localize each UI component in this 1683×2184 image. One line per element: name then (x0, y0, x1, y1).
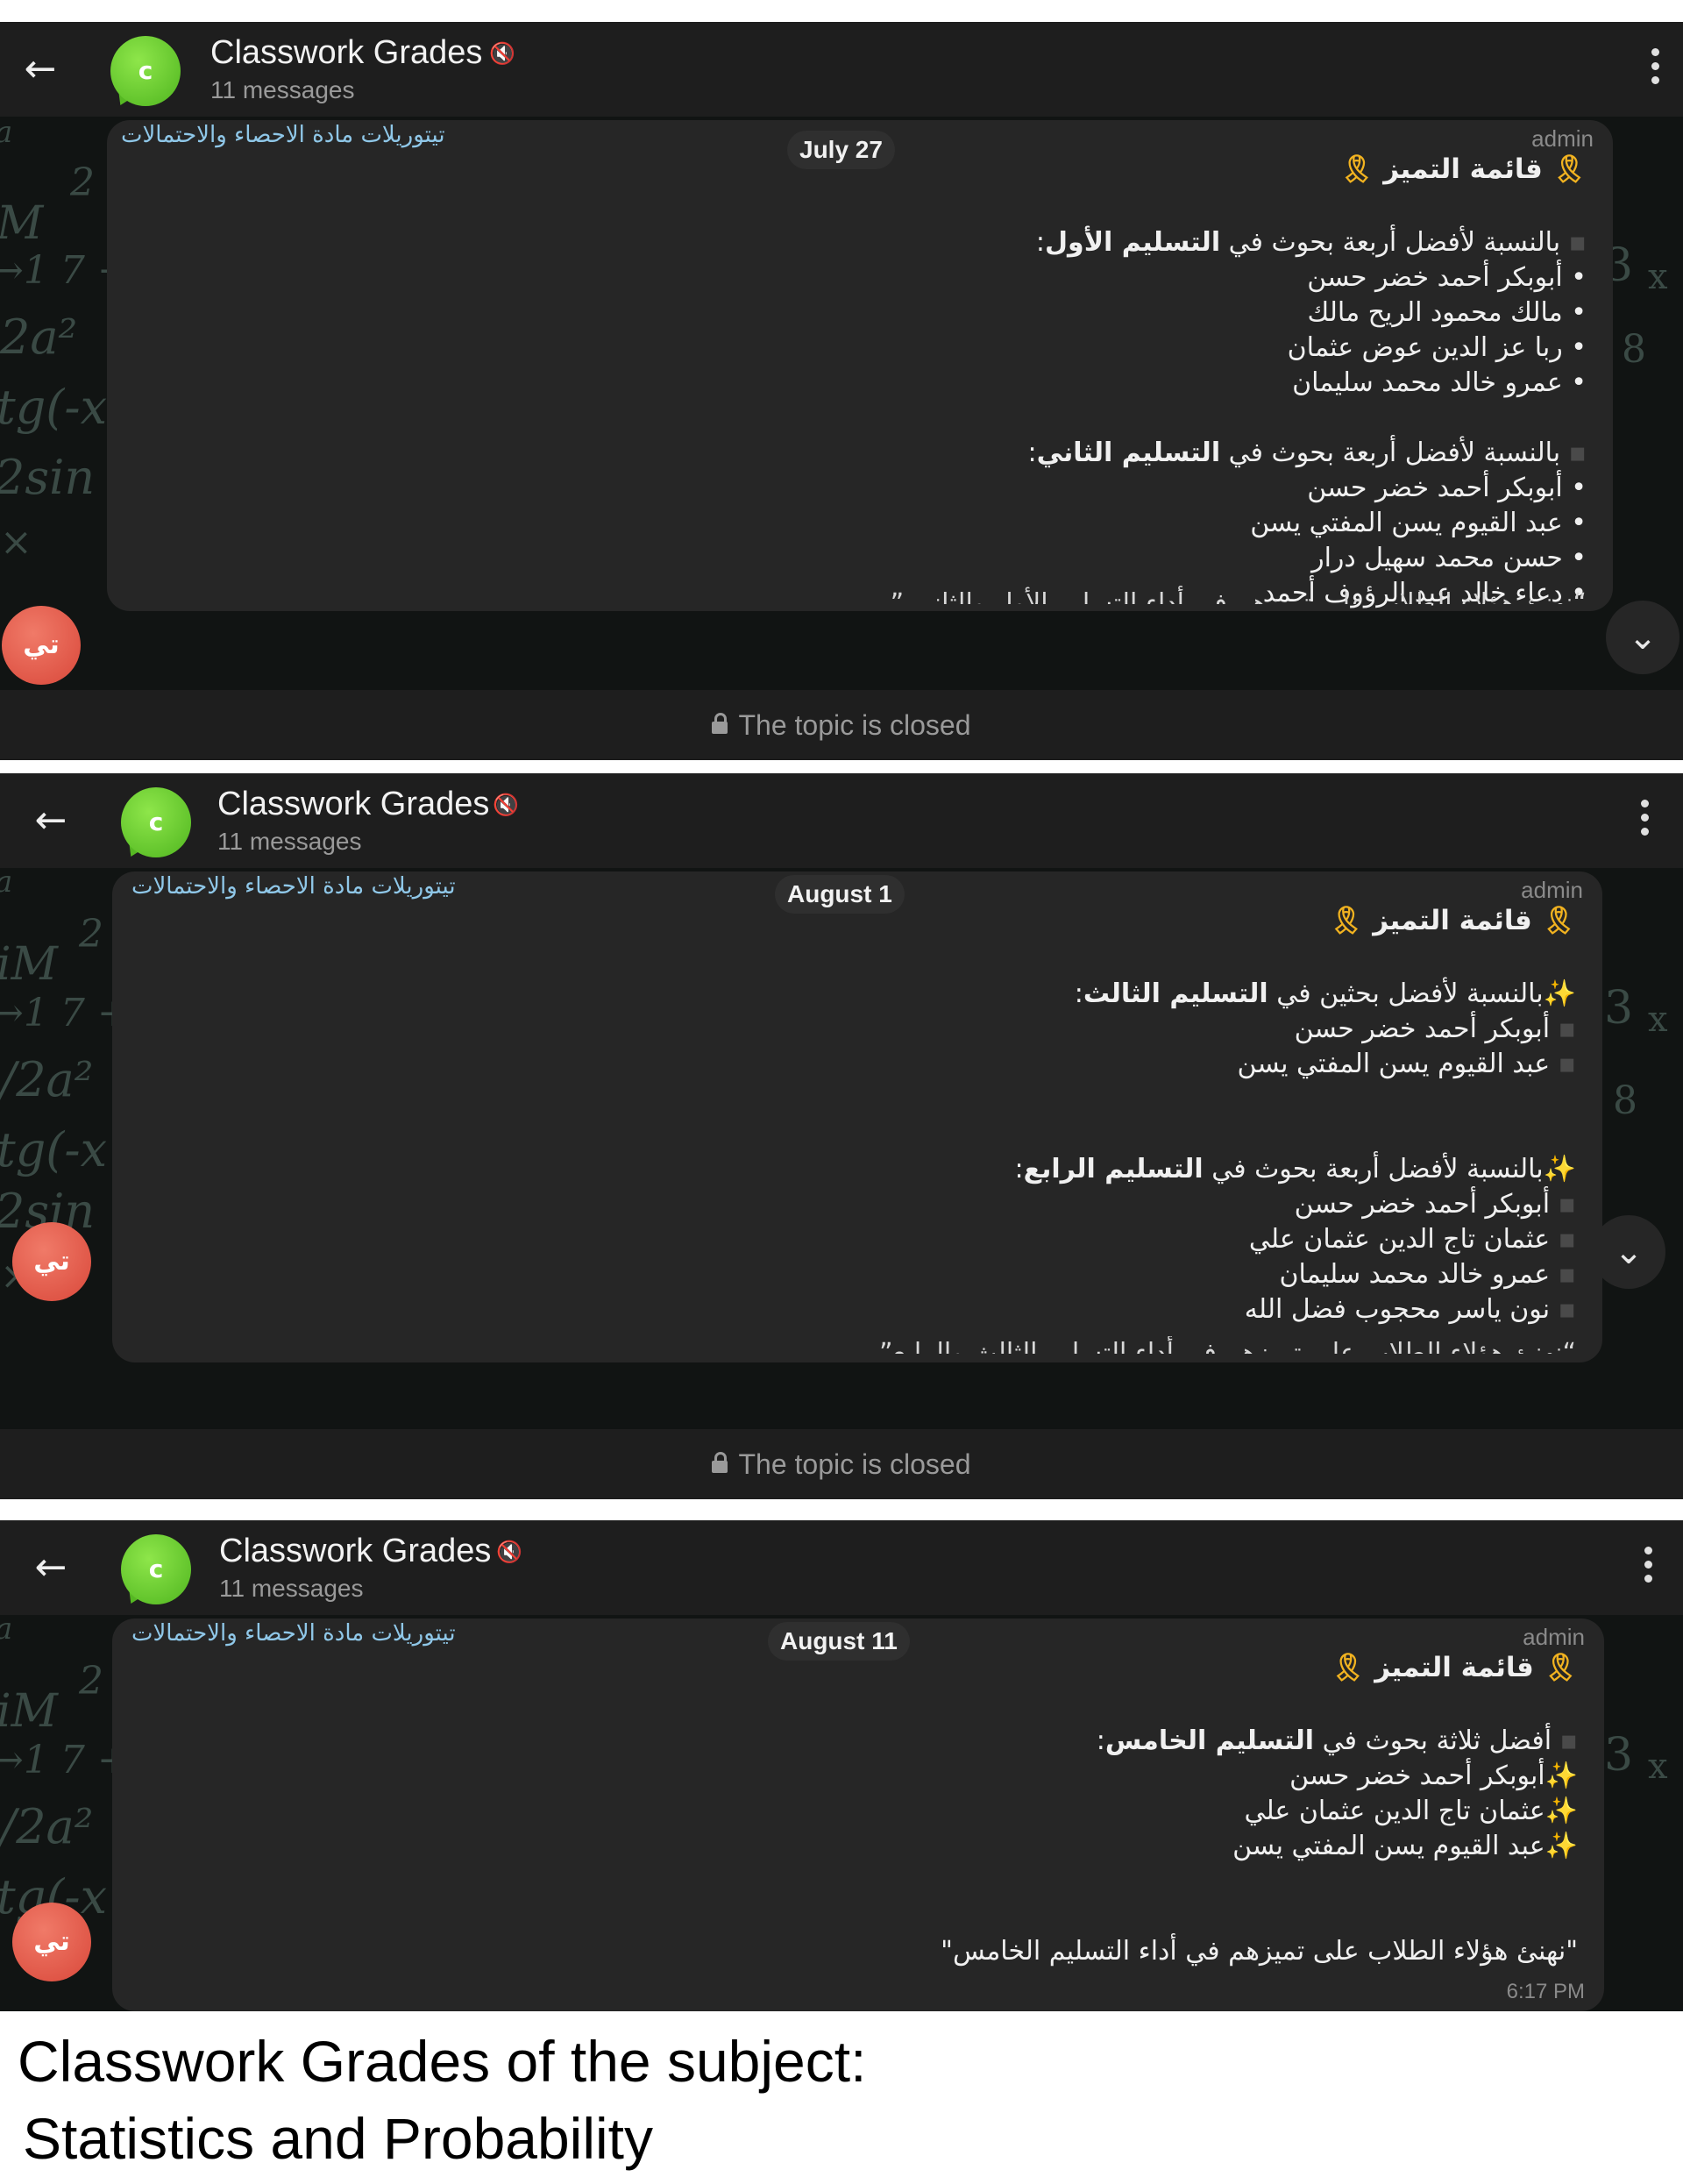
message-bubble[interactable]: تيتوريلات مادة الاحصاء والاحتمالات admin… (112, 1618, 1604, 2011)
topic-closed-bar: The topic is closed (0, 690, 1683, 760)
list-item: ▪ نون ياسر محجوب فضل الله (1244, 1294, 1576, 1325)
message-text: 🎗 قائمة التميز 🎗 ✨بالنسبة لأفضل بحثين في… (1014, 900, 1576, 1327)
message-count: 11 messages (217, 828, 362, 855)
group-avatar[interactable]: c (119, 787, 196, 862)
message-text: 🎗 قائمة التميز 🎗 ▪ بالنسبة لأفضل أربعة ب… (1028, 148, 1587, 611)
message-footer-partial: “نهنئ هؤلاء الطلاب على تميزهم في أداء ال… (890, 588, 1587, 604)
list-item: • عبد القيوم يسن المفتي يسن (1250, 508, 1587, 538)
black-square-emoji: ▪ (1559, 1725, 1578, 1756)
chat-title[interactable]: Classwork Grades (210, 34, 482, 72)
sparkles-emoji: ✨ (1543, 978, 1576, 1009)
caption-line-1: Classwork Grades of the subject: (18, 2029, 867, 2094)
message-footer-partial: “نهنئ هؤلاء الطلاب على تميزهم في أداء ال… (879, 1338, 1576, 1354)
more-vertical-icon[interactable] (1641, 1547, 1655, 1590)
list-item: ▪ عثمان تاج الدين عثمان علي (1248, 1224, 1576, 1255)
chat-background: a 2 iM →1 7 + /2a² tg(-x 3 x تيتوريلات م… (0, 1615, 1683, 2011)
message-text: 🎗 قائمة التميز 🎗 ▪ أفضل ثلاثة بحوث في ال… (941, 1647, 1578, 1969)
topic-link[interactable]: تيتوريلات مادة الاحصاء والاحتمالات (131, 1620, 456, 1647)
screenshot-panel-1: ← c Classwork Grades 🔇 11 messages a 2 M… (0, 22, 1683, 760)
list-item: ✨عثمان تاج الدين عثمان علي (1244, 1796, 1578, 1826)
chevron-down-icon[interactable]: ⌄ (1606, 601, 1679, 674)
group-avatar[interactable]: c (109, 36, 186, 110)
list-item: ▪ أبوبكر أحمد خضر حسن (1294, 1014, 1576, 1044)
message-count: 11 messages (219, 1575, 364, 1602)
chat-title[interactable]: Classwork Grades (219, 1533, 491, 1570)
message-title: قائمة التميز (1373, 905, 1532, 936)
list-item: ✨عبد القيوم يسن المفتي يسن (1232, 1831, 1578, 1861)
screenshot-panel-2: ← c Classwork Grades 🔇 11 messages a 2 i… (0, 773, 1683, 1499)
ribbon-emoji: 🎗 (1541, 905, 1576, 936)
arrow-left-icon[interactable]: ← (28, 1548, 74, 1587)
arrow-left-icon[interactable]: ← (28, 801, 74, 840)
chat-background: a 2 iM →1 7 + /2a² tg(-x 2sin × 3 x 8 تي… (0, 868, 1683, 1429)
chat-header: ← c Classwork Grades 🔇 11 messages (0, 22, 1683, 117)
ribbon-emoji: 🎗 (1552, 153, 1587, 185)
message-bubble[interactable]: تيتوريلات مادة الاحصاء والاحتمالات admin… (107, 120, 1613, 611)
message-count: 11 messages (210, 76, 355, 103)
muted-icon: 🔇 (489, 41, 515, 66)
list-item: ▪ عمرو خالد محمد سليمان (1279, 1259, 1576, 1290)
date-badge: August 11 (768, 1622, 910, 1661)
list-item: ▪ أبوبكر أحمد خضر حسن (1294, 1189, 1576, 1220)
list-item: • أبوبكر أحمد خضر حسن (1307, 473, 1587, 503)
muted-icon: 🔇 (493, 793, 519, 817)
muted-icon: 🔇 (496, 1540, 522, 1564)
lock-icon (712, 712, 728, 734)
black-square-emoji: ▪ (1568, 438, 1587, 468)
date-badge: July 27 (787, 131, 895, 169)
arrow-left-icon[interactable]: ← (18, 50, 63, 89)
user-avatar[interactable]: تي (12, 1222, 91, 1301)
group-avatar[interactable]: c (119, 1534, 196, 1609)
black-square-emoji: ▪ (1568, 227, 1587, 258)
chevron-down-icon[interactable]: ⌄ (1592, 1215, 1665, 1289)
ribbon-emoji: 🎗 (1329, 905, 1364, 936)
topic-closed-bar: The topic is closed (0, 1429, 1683, 1499)
message-title: قائمة التميز (1374, 1652, 1534, 1683)
list-item: ▪ عبد القيوم يسن المفتي يسن (1237, 1049, 1576, 1079)
list-item: • مالك محمود الريح مالك (1307, 297, 1587, 328)
topic-link[interactable]: تيتوريلات مادة الاحصاء والاحتمالات (131, 873, 456, 900)
topic-link[interactable]: تيتوريلات مادة الاحصاء والاحتمالات (121, 122, 445, 148)
caption-line-2: Statistics and Probability (23, 2106, 654, 2171)
date-badge: August 1 (775, 875, 905, 914)
chat-background: a 2 M →1 7 + 2a² tg(-x 2sin × 3 x 8 تيتو… (0, 117, 1683, 690)
chat-header: ← c Classwork Grades 🔇 11 messages (0, 1520, 1683, 1615)
ribbon-emoji: 🎗 (1331, 1652, 1366, 1683)
message-footer: "نهنئ هؤلاء الطلاب على تميزهم في أداء ال… (941, 1936, 1578, 1967)
more-vertical-icon[interactable] (1648, 48, 1662, 92)
user-avatar[interactable]: تي (2, 606, 81, 685)
ribbon-emoji: 🎗 (1339, 153, 1374, 185)
list-item: • ربا عز الدين عوض عثمان (1287, 332, 1587, 363)
message-time: 6:17 PM (1506, 1980, 1585, 2003)
chat-title[interactable]: Classwork Grades (217, 786, 489, 823)
more-vertical-icon[interactable] (1637, 800, 1651, 843)
ribbon-emoji: 🎗 (1543, 1652, 1578, 1683)
chat-header: ← c Classwork Grades 🔇 11 messages (0, 773, 1683, 868)
message-bubble[interactable]: تيتوريلات مادة الاحصاء والاحتمالات admin… (112, 871, 1602, 1362)
screenshot-panel-3: ← c Classwork Grades 🔇 11 messages a 2 i… (0, 1520, 1683, 2011)
user-avatar[interactable]: تي (12, 1903, 91, 1981)
message-title: قائمة التميز (1383, 153, 1543, 185)
lock-icon (712, 1451, 728, 1473)
list-item: • حسن محمد سهيل درار (1311, 543, 1587, 573)
sparkles-emoji: ✨ (1543, 1154, 1576, 1184)
list-item: • أبوبكر أحمد خضر حسن (1307, 262, 1587, 293)
list-item: • عمرو خالد محمد سليمان (1292, 367, 1587, 398)
list-item: ✨أبوبكر أحمد خضر حسن (1289, 1761, 1578, 1791)
